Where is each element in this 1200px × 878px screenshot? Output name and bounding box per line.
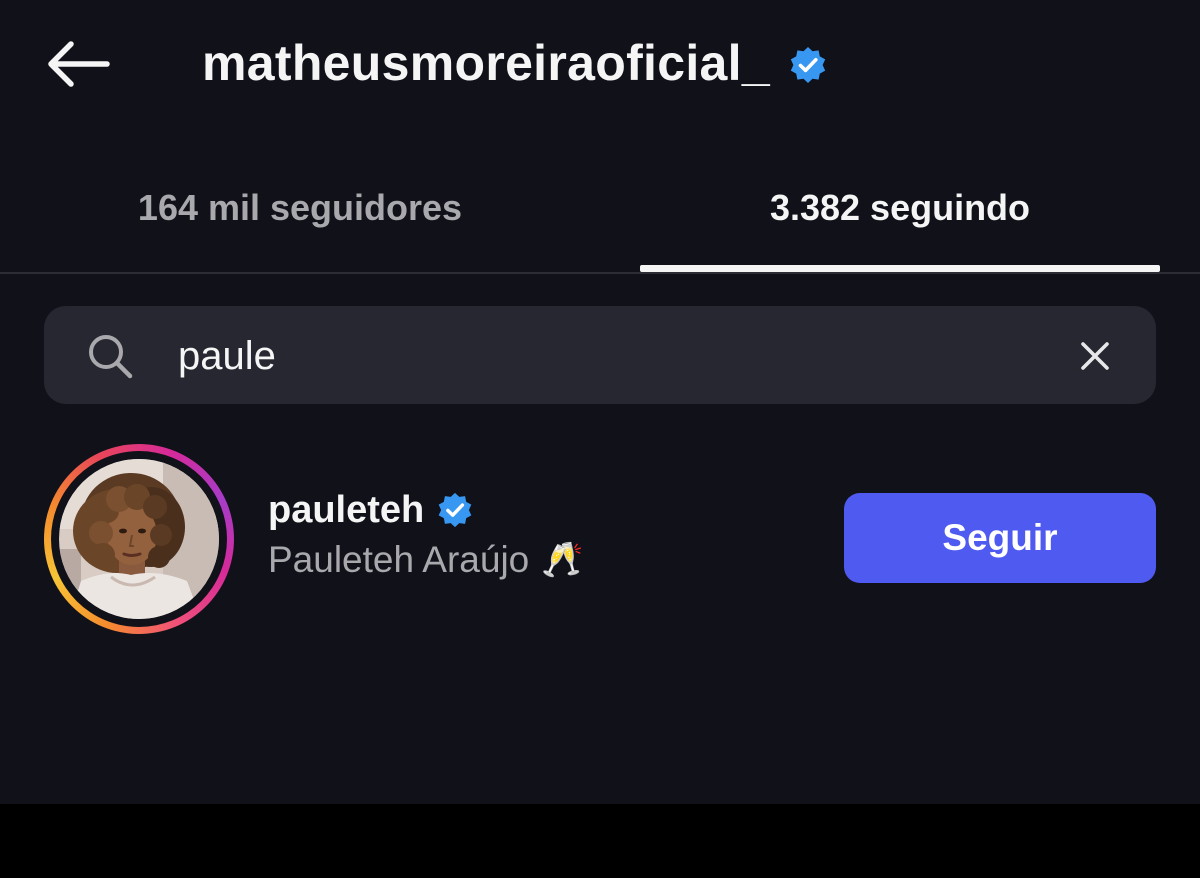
bottom-black-bar (0, 804, 1200, 878)
active-tab-indicator (640, 265, 1160, 272)
tabs-divider (0, 272, 1200, 274)
result-username-line: pauleteh (268, 486, 474, 534)
clinking-glasses-emoji: 🥂 (541, 541, 584, 579)
search-input[interactable] (178, 326, 1038, 386)
page-title: matheusmoreiraoficial_ (202, 30, 828, 96)
tab-following[interactable]: 3.382 seguindo (600, 160, 1200, 272)
profile-photo-illustration (59, 459, 219, 619)
follow-button[interactable]: Seguir (844, 493, 1156, 583)
clear-search-button[interactable] (1072, 333, 1118, 379)
search-icon (89, 335, 133, 379)
tab-followers[interactable]: 164 mil seguidores (0, 160, 600, 272)
profile-photo (59, 459, 219, 619)
verified-badge-icon (790, 47, 826, 83)
back-button[interactable] (40, 32, 116, 96)
arrow-left-icon (48, 41, 110, 87)
result-full-name: Pauleteh Araújo (268, 539, 530, 580)
result-fullname-line: Pauleteh Araújo 🥂 (268, 536, 584, 584)
profile-username: matheusmoreiraoficial_ (202, 35, 770, 91)
follow-tabs: 164 mil seguidores 3.382 seguindo (0, 160, 1200, 272)
verified-badge-icon (438, 492, 472, 528)
avatar-ring-gap (51, 451, 227, 627)
close-icon (1081, 342, 1109, 370)
following-screen: matheusmoreiraoficial_ 164 mil seguidore… (0, 0, 1200, 804)
result-username[interactable]: pauleteh (268, 489, 424, 532)
avatar[interactable] (44, 444, 234, 634)
